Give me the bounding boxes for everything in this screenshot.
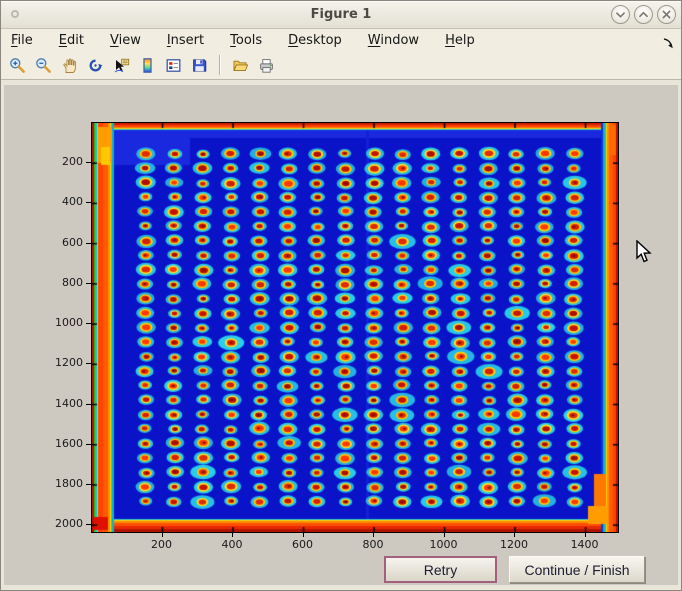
zoom-out-icon	[35, 57, 52, 74]
y-tick-label: 800	[45, 276, 83, 289]
y-tick-mark	[86, 524, 91, 525]
x-tick-label: 1200	[492, 538, 536, 551]
x-tick-mark	[444, 533, 445, 537]
continue-finish-button[interactable]: Continue / Finish	[509, 556, 645, 583]
toolbar-separator	[219, 55, 220, 75]
y-tick-mark	[86, 202, 91, 203]
zoom-in-icon	[9, 57, 26, 74]
window-menu-button[interactable]	[11, 10, 19, 18]
open-folder-button[interactable]	[231, 56, 249, 74]
colorbar-icon	[139, 57, 156, 74]
x-tick-label: 1400	[563, 538, 607, 551]
save-icon	[191, 57, 208, 74]
pan-icon	[61, 57, 78, 74]
x-tick-mark	[373, 533, 374, 537]
heatmap-image[interactable]	[92, 123, 618, 532]
menu-tools[interactable]: Tools	[230, 33, 276, 48]
y-tick-mark	[86, 404, 91, 405]
figure-toolbar	[1, 51, 681, 80]
pan-button[interactable]	[60, 56, 78, 74]
maximize-button[interactable]	[634, 5, 653, 24]
x-tick-label: 800	[351, 538, 395, 551]
print-button[interactable]	[257, 56, 275, 74]
chevron-down-icon	[612, 5, 629, 24]
x-tick-mark	[303, 533, 304, 537]
menubar: File Edit View Insert Tools Desktop Window Help	[1, 29, 681, 51]
y-tick-mark	[86, 363, 91, 364]
mouse-cursor-icon	[635, 240, 652, 264]
print-icon	[258, 57, 275, 74]
y-tick-label: 600	[45, 236, 83, 249]
titlebar: Figure 1	[1, 1, 681, 29]
y-tick-mark	[86, 323, 91, 324]
menu-insert[interactable]: Insert	[167, 33, 218, 48]
y-tick-label: 1400	[45, 397, 83, 410]
y-tick-label: 1200	[45, 356, 83, 369]
menu-file[interactable]: File	[11, 33, 47, 48]
close-icon	[658, 5, 675, 24]
save-button[interactable]	[190, 56, 208, 74]
data-cursor-icon	[113, 57, 130, 74]
insert-legend-button[interactable]	[164, 56, 182, 74]
menu-window[interactable]: Window	[368, 33, 433, 48]
zoom-in-button[interactable]	[8, 56, 26, 74]
y-tick-label: 2000	[45, 517, 83, 530]
shade-button[interactable]	[611, 5, 630, 24]
retry-button[interactable]: Retry	[384, 556, 497, 583]
y-tick-label: 1000	[45, 316, 83, 329]
chevron-up-icon	[635, 5, 652, 24]
x-tick-label: 400	[210, 538, 254, 551]
x-tick-mark	[162, 533, 163, 537]
y-tick-mark	[86, 444, 91, 445]
plot-axes[interactable]	[91, 122, 619, 533]
y-tick-mark	[86, 162, 91, 163]
x-tick-label: 200	[140, 538, 184, 551]
data-cursor-button[interactable]	[112, 56, 130, 74]
menu-desktop[interactable]: Desktop	[288, 33, 356, 48]
close-button[interactable]	[657, 5, 676, 24]
menu-view[interactable]: View	[110, 33, 155, 48]
x-tick-mark	[232, 533, 233, 537]
y-tick-label: 400	[45, 195, 83, 208]
menu-help[interactable]: Help	[445, 33, 489, 48]
y-tick-mark	[86, 283, 91, 284]
x-tick-mark	[585, 533, 586, 537]
y-tick-mark	[86, 243, 91, 244]
figure-window: Figure 1 File Edit View Insert Tools Desktop W…	[0, 0, 682, 591]
x-tick-mark	[514, 533, 515, 537]
menu-edit[interactable]: Edit	[59, 33, 98, 48]
window-title: Figure 1	[1, 1, 681, 28]
insert-legend-icon	[165, 57, 182, 74]
figure-canvas: 200 400 600 800 1000 1200 1400 1600 1800 2000 200 4…	[4, 85, 678, 585]
y-tick-label: 200	[45, 155, 83, 168]
window-controls	[611, 5, 676, 24]
colorbar-button[interactable]	[138, 56, 156, 74]
y-tick-label: 1800	[45, 477, 83, 490]
x-tick-label: 600	[281, 538, 325, 551]
y-tick-label: 1600	[45, 437, 83, 450]
y-tick-mark	[86, 484, 91, 485]
rotate-3d-button[interactable]	[86, 56, 104, 74]
x-tick-label: 1000	[422, 538, 466, 551]
zoom-out-button[interactable]	[34, 56, 52, 74]
open-folder-icon	[232, 57, 249, 74]
rotate-3d-icon	[87, 57, 104, 74]
